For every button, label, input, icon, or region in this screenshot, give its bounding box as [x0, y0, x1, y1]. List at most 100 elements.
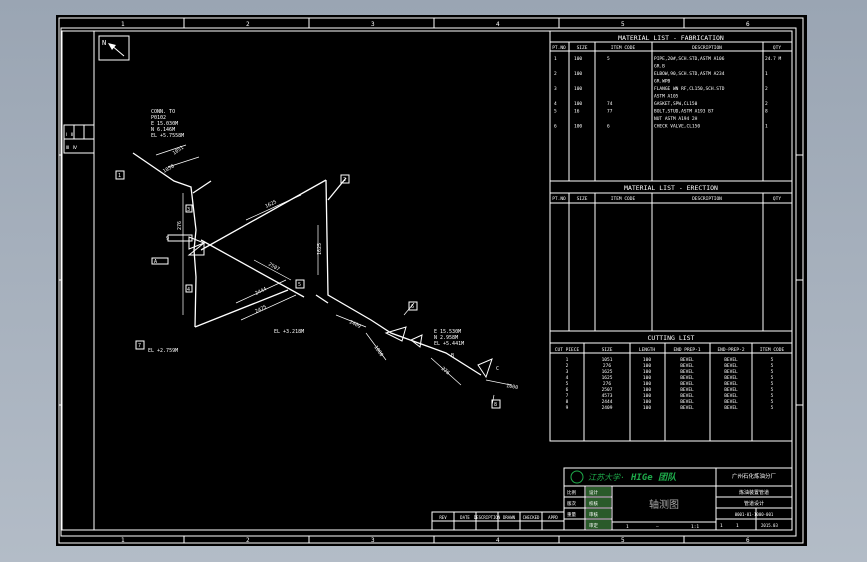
project-name: 炼油装置管道	[739, 489, 769, 496]
sheet-of: 1	[736, 523, 739, 529]
scale-label: 比例	[567, 489, 576, 496]
cut-cell: 5	[566, 381, 569, 387]
north-label: N	[102, 39, 106, 47]
callout-label: 5	[298, 282, 301, 288]
rev-header: CHECKED	[523, 515, 540, 520]
cut-cell: 100	[643, 393, 651, 399]
sign-label: 审核	[589, 511, 598, 518]
callout-label: B	[451, 353, 454, 359]
fab-cell: 74	[607, 101, 613, 107]
cut-cell: 5	[771, 375, 774, 381]
cut-cell: BEVEL	[680, 375, 694, 381]
drawing-sheet[interactable]: 123456123456 Ⅰ Ⅱ Ⅲ Ⅳ N 1051 1050 276 162…	[56, 15, 807, 546]
fab-cell: 100	[574, 101, 582, 107]
fab-cell: 6	[554, 124, 557, 130]
cut-cell: BEVEL	[680, 381, 694, 387]
bottom-cell: 1:1	[691, 524, 699, 530]
zone-label-top: 3	[371, 21, 375, 28]
table-header: SIZE	[602, 347, 613, 353]
cut-cell: BEVEL	[680, 393, 694, 399]
sign-label: 设计	[589, 489, 598, 496]
callout-label: A	[154, 259, 157, 265]
fab-cell: GASKET,SPW,CL150	[654, 101, 698, 107]
fab-cell: 100	[574, 86, 582, 92]
table-header: SIZE	[577, 45, 588, 51]
rev-label: 版次	[567, 500, 576, 507]
fab-cell: 2	[554, 71, 557, 77]
rev-header: REV	[439, 515, 447, 520]
fab-cell: 100	[574, 124, 582, 130]
zone-label-bottom: 1	[121, 537, 125, 544]
callout-label: 8	[494, 402, 497, 408]
zone-label-bottom: 2	[246, 537, 250, 544]
zone-label-top: 6	[746, 21, 750, 28]
cut-cell: 100	[643, 405, 651, 411]
cut-cell: 100	[643, 375, 651, 381]
fab-cell: 16	[574, 109, 580, 115]
weight-label: 重量	[567, 511, 576, 518]
cut-cell: BEVEL	[680, 357, 694, 363]
left-strip	[61, 30, 95, 531]
cut-cell: 6	[566, 387, 569, 393]
cut-cell: 2	[566, 363, 569, 369]
zone-label-top: 5	[621, 21, 625, 28]
school-logo-icon	[570, 470, 584, 484]
cut-cell: BEVEL	[680, 399, 694, 405]
fab-cell: CHECK VALVE,CL150	[654, 124, 700, 130]
cut-cell: 5	[771, 369, 774, 375]
fab-cell: ASTM A105	[654, 94, 679, 100]
fab-cell: 2	[765, 101, 768, 107]
table-header: ITEM CODE	[760, 347, 785, 353]
pipe-fittings	[151, 234, 493, 379]
cut-cell: 100	[643, 399, 651, 405]
zone-label-bottom: 3	[371, 537, 375, 544]
fab-cell: 5	[607, 56, 610, 62]
outer-border	[58, 17, 804, 544]
fab-cell: 1	[765, 71, 768, 77]
table-header: ITEM CODE	[611, 45, 636, 51]
table-header: END-PREP-2	[717, 347, 744, 353]
cut-cell: BEVEL	[724, 381, 738, 387]
cad-viewport[interactable]: 123456123456 Ⅰ Ⅱ Ⅲ Ⅳ N 1051 1050 276 162…	[0, 0, 867, 562]
cut-cell: 276	[603, 381, 611, 387]
el-mid: EL +3.218M	[274, 329, 304, 335]
table-header: DESCRIPTION	[692, 45, 722, 51]
cut-cell: 5	[771, 363, 774, 369]
cut-cell: 7	[566, 393, 569, 399]
zone-ticks	[59, 18, 803, 543]
fab-cell: 77	[607, 109, 613, 115]
cut-cell: 9	[566, 405, 569, 411]
cut-cell: BEVEL	[680, 387, 694, 393]
cut-cell: 1625	[602, 375, 613, 381]
fab-cell: BOLT,STUD,ASTM A193 B7	[654, 109, 714, 115]
drawing-canvas: 1 2 3 4 5 61 2 3 4 5 6 Ⅰ Ⅱ Ⅲ Ⅳ N 1051105…	[58, 17, 804, 544]
cut-cell: 100	[643, 387, 651, 393]
pipe-dimension: 1000	[506, 383, 519, 391]
zone-label-bottom: 5	[621, 537, 625, 544]
rev-header: DATE	[460, 515, 470, 520]
left-stamp-row-1: Ⅰ Ⅱ	[66, 132, 73, 138]
sign-label: 审定	[589, 522, 598, 529]
callout-label: C	[496, 366, 499, 372]
rev-header: DRAWN	[503, 515, 516, 520]
cut-cell: 100	[643, 363, 651, 369]
cut-cell: 8	[566, 399, 569, 405]
fab-cell: 8	[765, 109, 768, 115]
rev-header: DESCRIPTION	[474, 515, 501, 520]
pipe-dimension: 2444	[254, 286, 267, 297]
cut-cell: 1625	[602, 369, 613, 375]
callout-label: 1	[118, 173, 121, 179]
tables-frame	[549, 30, 793, 442]
fab-cell: NUT ASTM A194 2H	[654, 116, 698, 122]
fab-cell: PIPE,20#,SCH.STD,ASTM A106	[654, 56, 725, 62]
cut-cell: 5	[771, 405, 774, 411]
fab-cell: 6	[607, 124, 610, 130]
cut-cell: 100	[643, 357, 651, 363]
table-header: SIZE	[577, 196, 588, 202]
callout-label: 7	[138, 343, 141, 349]
cut-cell: 5	[771, 393, 774, 399]
cut-cell: BEVEL	[680, 363, 694, 369]
cutting-title: CUTTING LIST	[648, 334, 695, 342]
sign-label: 校核	[589, 500, 598, 507]
cut-cell: 5	[771, 381, 774, 387]
